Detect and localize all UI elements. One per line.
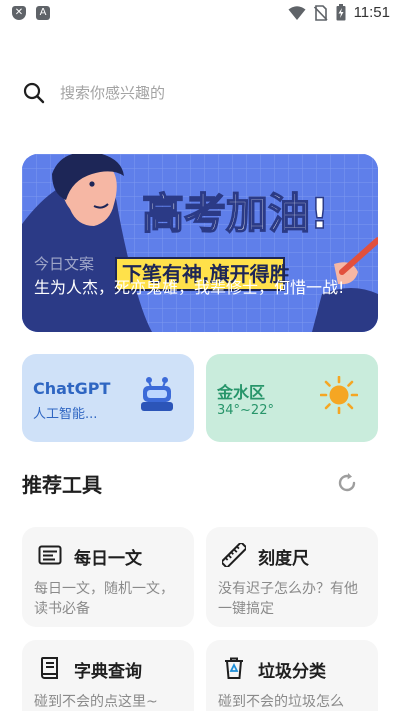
no-sim-icon xyxy=(313,4,328,21)
tool-desc: 没有迟子怎么办？有他一键搞定 xyxy=(218,581,358,617)
recommended-tools-title: 推荐工具 xyxy=(22,473,102,497)
tool-desc: 每日一文，随机一文，读书必备 xyxy=(34,581,174,617)
banner[interactable]: 高考加油! 下笔有神,旗开得胜 今日文案 生为人杰，死亦鬼雄，我辈修士，何惜一战… xyxy=(22,154,378,332)
status-right-icons: 11:51 xyxy=(288,4,390,21)
shield-x-icon: ✕ xyxy=(12,6,26,20)
banner-headline: 高考加油! xyxy=(142,189,329,238)
ruler-icon xyxy=(222,543,246,567)
search-input[interactable] xyxy=(60,84,340,102)
banner-quote: 生为人杰，死亦鬼雄，我辈修士，何惜一战! xyxy=(34,278,345,297)
tool-card-ruler[interactable]: 刻度尺 没有迟子怎么办？有他一键搞定 xyxy=(206,527,378,627)
search-bar[interactable] xyxy=(22,72,378,114)
tool-card-daily-article[interactable]: 每日一文 每日一文，随机一文，读书必备 xyxy=(22,527,194,627)
tool-desc: 碰到不会的点这里~ xyxy=(34,694,158,710)
chatgpt-title: ChatGPT xyxy=(33,379,111,398)
status-time: 11:51 xyxy=(353,4,390,21)
banner-label: 今日文案 xyxy=(34,255,95,273)
status-left-icons: ✕ A xyxy=(12,6,50,20)
weather-card[interactable]: 金水区 34°~22° xyxy=(206,354,378,442)
weather-location: 金水区 xyxy=(217,383,266,402)
banner-illustration: 高考加油! 下笔有神,旗开得胜 xyxy=(22,154,378,332)
chatgpt-subtitle: 人工智能... xyxy=(33,407,98,422)
recycle-bin-icon xyxy=(225,657,243,679)
tool-desc: 碰到不会的垃圾怎么 xyxy=(218,694,344,710)
chatgpt-card[interactable]: ChatGPT 人工智能... xyxy=(22,354,194,442)
tool-card-dictionary[interactable]: 字典查询 碰到不会的点这里~ xyxy=(22,640,194,711)
tool-card-garbage-sorting[interactable]: 垃圾分类 碰到不会的垃圾怎么 xyxy=(206,640,378,711)
weather-temperature: 34°~22° xyxy=(217,403,274,418)
battery-charging-icon xyxy=(336,4,346,21)
tool-title: 每日一文 xyxy=(74,549,142,569)
refresh-icon[interactable] xyxy=(336,472,358,494)
sun-icon xyxy=(320,376,358,414)
tool-title: 字典查询 xyxy=(74,662,142,682)
dictionary-icon xyxy=(41,657,58,679)
tool-title: 刻度尺 xyxy=(258,549,309,569)
status-bar: ✕ A 11:51 xyxy=(0,0,400,30)
wifi-icon xyxy=(288,5,306,20)
font-icon: A xyxy=(36,6,50,20)
robot-icon xyxy=(141,377,173,411)
article-icon xyxy=(38,545,62,565)
tool-title: 垃圾分类 xyxy=(258,662,326,682)
search-icon[interactable] xyxy=(22,81,46,105)
